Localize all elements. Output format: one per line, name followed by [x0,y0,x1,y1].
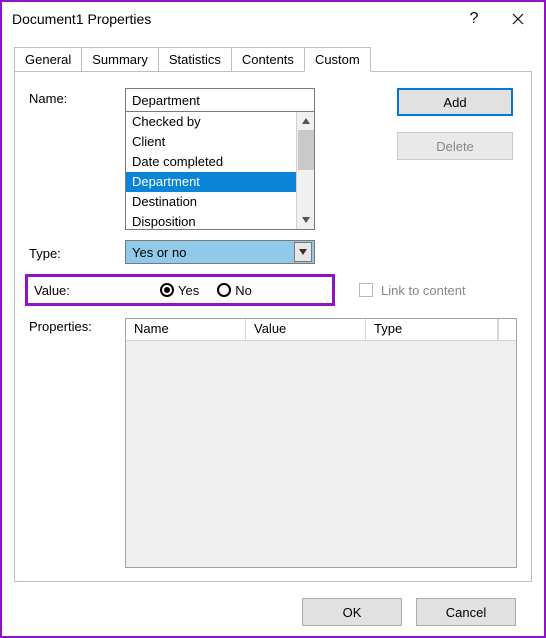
name-label: Name: [29,88,125,106]
tab-general[interactable]: General [14,47,82,72]
tab-panel-custom: Name: Checked by Client Date completed D… [14,72,532,582]
tab-strip: General Summary Statistics Contents Cust… [14,46,532,72]
col-name[interactable]: Name [126,319,246,340]
value-label: Value: [34,283,126,298]
properties-row: Properties: Name Value Type [29,316,517,571]
link-to-content-checkbox [359,283,373,297]
radio-yes[interactable]: Yes [160,283,199,298]
listbox-scrollbar[interactable] [296,112,314,229]
titlebar: Document1 Properties ? [2,2,544,36]
value-row-highlight: Value: Yes No [25,274,335,306]
radio-yes-label: Yes [178,283,199,298]
list-item[interactable]: Client [126,132,296,152]
tab-custom[interactable]: Custom [304,47,371,72]
radio-no[interactable]: No [217,283,252,298]
value-and-link-row: Value: Yes No Link to content [29,274,517,306]
add-button[interactable]: Add [397,88,513,116]
name-listbox-items: Checked by Client Date completed Departm… [126,112,296,229]
list-item[interactable]: Date completed [126,152,296,172]
list-item[interactable]: Destination [126,192,296,212]
close-icon [512,13,524,25]
scroll-down-icon[interactable] [297,211,314,229]
close-button[interactable] [496,4,540,34]
client-area: General Summary Statistics Contents Cust… [2,36,544,636]
col-type[interactable]: Type [366,319,498,340]
radio-no-label: No [235,283,252,298]
window-title: Document1 Properties [12,11,452,27]
scroll-track[interactable] [298,130,314,211]
dialog-footer: OK Cancel [14,588,532,636]
name-column: Checked by Client Date completed Departm… [125,88,315,230]
name-input[interactable] [125,88,315,112]
name-listbox[interactable]: Checked by Client Date completed Departm… [125,112,315,230]
properties-table-header: Name Value Type [126,319,516,341]
type-select-value: Yes or no [132,245,186,260]
dialog-window: Document1 Properties ? General Summary S… [0,0,546,638]
tab-statistics[interactable]: Statistics [158,47,232,72]
col-spacer [498,319,516,340]
tab-contents[interactable]: Contents [231,47,305,72]
radio-icon [160,283,174,297]
delete-button: Delete [397,132,513,160]
type-row: Type: Yes or no [29,240,517,264]
value-radio-group: Yes No [160,283,252,298]
type-label: Type: [29,243,125,261]
name-row: Name: Checked by Client Date completed D… [29,88,517,230]
list-item[interactable]: Disposition [126,212,296,229]
link-to-content-label: Link to content [381,283,466,298]
radio-icon [217,283,231,297]
button-column: Add Delete [397,88,517,160]
chevron-down-icon [294,242,312,262]
cancel-button[interactable]: Cancel [416,598,516,626]
properties-table[interactable]: Name Value Type [125,318,517,568]
properties-table-body [126,341,516,567]
col-value[interactable]: Value [246,319,366,340]
list-item[interactable]: Checked by [126,112,296,132]
ok-button[interactable]: OK [302,598,402,626]
properties-label: Properties: [29,316,125,334]
tab-summary[interactable]: Summary [81,47,159,72]
help-icon: ? [470,10,479,28]
scroll-up-icon[interactable] [297,112,314,130]
scroll-thumb[interactable] [298,130,314,170]
type-select[interactable]: Yes or no [125,240,315,264]
link-to-content-row: Link to content [359,283,466,298]
help-button[interactable]: ? [452,4,496,34]
list-item-selected[interactable]: Department [126,172,296,192]
